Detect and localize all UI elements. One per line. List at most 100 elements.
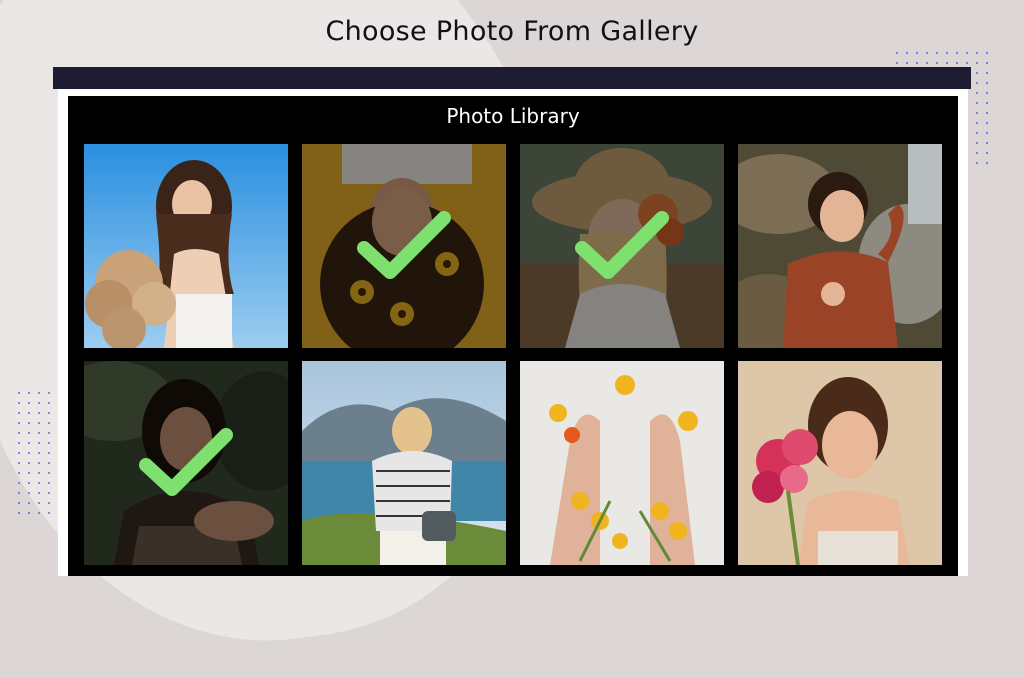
photo-tile[interactable] — [84, 361, 288, 565]
dot — [38, 412, 40, 414]
dot — [976, 102, 978, 104]
dot — [48, 502, 50, 504]
photo-library-title: Photo Library — [446, 104, 580, 128]
photo-tile[interactable] — [738, 144, 942, 348]
dot — [916, 62, 918, 64]
dot — [946, 62, 948, 64]
dot — [28, 472, 30, 474]
dot — [18, 452, 20, 454]
page-title: Choose Photo From Gallery — [325, 16, 699, 47]
window-title-bar — [53, 67, 971, 89]
dot — [946, 52, 948, 54]
dot — [18, 432, 20, 434]
dot — [38, 432, 40, 434]
photo-tile[interactable] — [84, 144, 288, 348]
dot — [38, 402, 40, 404]
dot — [986, 102, 988, 104]
dot — [28, 492, 30, 494]
dot — [18, 422, 20, 424]
dot — [986, 72, 988, 74]
dot — [906, 52, 908, 54]
dot — [976, 152, 978, 154]
dot — [896, 62, 898, 64]
decorative-dots-bottom-left — [18, 392, 58, 522]
checkmark-icon — [575, 211, 669, 279]
dot — [976, 82, 978, 84]
dot — [906, 62, 908, 64]
dot — [48, 422, 50, 424]
photo-grid — [84, 144, 942, 565]
dot — [986, 62, 988, 64]
dot — [38, 462, 40, 464]
dot — [38, 512, 40, 514]
dot — [28, 412, 30, 414]
photo-thumbnail — [738, 144, 942, 348]
dot — [18, 462, 20, 464]
photo-tile[interactable] — [302, 144, 506, 348]
checkmark-icon — [139, 428, 233, 496]
photo-thumbnail — [520, 361, 724, 565]
dot — [48, 432, 50, 434]
dot — [28, 482, 30, 484]
dot — [926, 62, 928, 64]
dot — [28, 432, 30, 434]
dot — [966, 52, 968, 54]
dot — [18, 402, 20, 404]
dot — [976, 142, 978, 144]
dot — [48, 402, 50, 404]
dot — [986, 122, 988, 124]
dot — [976, 112, 978, 114]
dot — [28, 502, 30, 504]
dot — [38, 392, 40, 394]
dot — [18, 392, 20, 394]
dot — [38, 452, 40, 454]
dot — [28, 512, 30, 514]
dot — [986, 112, 988, 114]
dot — [48, 412, 50, 414]
photo-thumbnail — [302, 361, 506, 565]
photo-thumbnail — [738, 361, 942, 565]
dot — [28, 462, 30, 464]
dot — [48, 462, 50, 464]
dot — [976, 132, 978, 134]
dot — [976, 62, 978, 64]
dot — [896, 52, 898, 54]
dot — [986, 92, 988, 94]
dot — [28, 452, 30, 454]
dot — [936, 52, 938, 54]
dot — [38, 472, 40, 474]
dot — [38, 502, 40, 504]
dot — [976, 122, 978, 124]
dot — [966, 62, 968, 64]
dot — [48, 492, 50, 494]
photo-tile[interactable] — [302, 361, 506, 565]
dot — [38, 492, 40, 494]
dot — [986, 52, 988, 54]
dot — [28, 422, 30, 424]
dot — [38, 422, 40, 424]
photo-tile[interactable] — [520, 144, 724, 348]
dot — [18, 512, 20, 514]
dot — [956, 62, 958, 64]
dot — [48, 512, 50, 514]
photo-tile[interactable] — [520, 361, 724, 565]
dot — [18, 412, 20, 414]
dot — [986, 162, 988, 164]
photo-tile[interactable] — [738, 361, 942, 565]
dot — [28, 392, 30, 394]
dot — [18, 492, 20, 494]
checkmark-icon — [357, 211, 451, 279]
dot — [986, 82, 988, 84]
dot — [48, 392, 50, 394]
dot — [936, 62, 938, 64]
dot — [986, 132, 988, 134]
dot — [976, 52, 978, 54]
dot — [986, 142, 988, 144]
dot — [18, 472, 20, 474]
dot — [48, 442, 50, 444]
dot — [48, 452, 50, 454]
dot — [976, 162, 978, 164]
dot — [48, 482, 50, 484]
dot — [48, 472, 50, 474]
dot — [38, 442, 40, 444]
